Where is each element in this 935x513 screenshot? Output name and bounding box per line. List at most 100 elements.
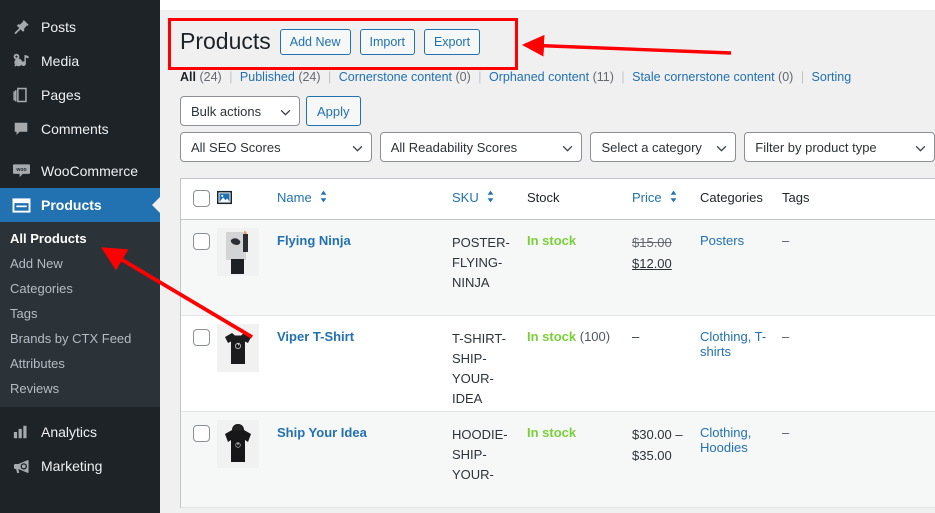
price-old: $15.00 [632,235,672,250]
media-icon [10,51,32,71]
category-link[interactable]: Clothing, Hoodies [700,425,751,455]
row-checkbox[interactable] [193,425,210,442]
product-type-value: Filter by product type [755,139,877,155]
submenu-label: Reviews [10,381,60,396]
sidebar-item-categories[interactable]: Categories [0,276,160,301]
status-filter-links: All (24) | Published (24) | Cornerstone … [180,70,935,84]
status-link-sorting[interactable]: Sorting [812,70,852,84]
apply-button[interactable]: Apply [306,96,361,126]
submenu-label: Tags [10,306,38,321]
product-name-link[interactable]: Ship Your Idea [277,425,367,440]
seo-scores-value: All SEO Scores [191,139,281,155]
sidebar-item-label: Pages [41,87,81,103]
select-all-cell [181,179,217,219]
column-tags: Tags [782,179,935,219]
sidebar-item-marketing[interactable]: Marketing [0,449,160,483]
chevron-down-icon [915,140,926,155]
seo-scores-select[interactable]: All SEO Scores [180,132,372,162]
stock-status: In stock [527,329,577,344]
bulk-actions-value: Bulk actions [191,103,262,119]
sort-icon [319,190,328,206]
table-row: Ship Your Idea HOODIE-SHIP-YOUR- In stoc… [181,412,935,508]
status-link-all[interactable]: All [180,70,196,84]
status-count-stale-cornerstone-content: (0) [778,70,794,84]
main-content: Products Add New Import Export All (24) … [160,10,935,513]
submenu-label: Add New [10,256,63,271]
sidebar-item-label: WooCommerce [41,163,138,179]
row-thumbnail[interactable] [217,412,277,507]
sidebar-separator-2 [0,407,160,415]
svg-text:woo: woo [15,167,26,173]
sidebar-item-tags[interactable]: Tags [0,301,160,326]
product-name-link[interactable]: Viper T-Shirt [277,329,354,344]
current-menu-arrow-icon [152,197,160,213]
column-stock-label: Stock [527,190,560,205]
status-link-published[interactable]: Published [240,70,295,84]
products-icon [10,195,32,215]
sidebar-separator [0,146,160,154]
select-all-checkbox[interactable] [193,190,210,207]
status-separator: | [478,70,482,84]
row-thumbnail[interactable] [217,220,277,315]
chevron-down-icon [716,140,727,155]
status-link-cornerstone-content[interactable]: Cornerstone content [339,70,452,84]
category-select[interactable]: Select a category [590,132,737,162]
readability-scores-select[interactable]: All Readability Scores [379,132,583,162]
sidebar-item-label: Analytics [41,424,98,440]
sidebar-item-attributes[interactable]: Attributes [0,351,160,376]
sort-icon [486,190,495,206]
table-row: Viper T-Shirt T-SHIRT-SHIP-YOUR-IDEA In … [181,316,935,412]
viper-tshirt-thumbnail [217,324,259,372]
category-link[interactable]: Clothing, T-shirts [700,329,766,359]
import-button[interactable]: Import [359,29,415,55]
sidebar-item-posts[interactable]: Posts [0,10,160,44]
sidebar-item-reviews[interactable]: Reviews [0,376,160,401]
sidebar-item-products[interactable]: Products [0,188,160,222]
row-name-cell: Flying Ninja [277,220,452,315]
sidebar-item-all-products[interactable]: All Products [0,226,160,251]
row-tags-cell: – [782,329,790,344]
category-value: Select a category [601,139,702,155]
status-separator: | [800,70,805,84]
megaphone-icon [10,456,32,476]
sidebar-item-media[interactable]: Media [0,44,160,78]
bulk-actions-select[interactable]: Bulk actions [180,96,300,126]
price-new: $12.00 [632,255,672,271]
column-sku-label: SKU [452,190,479,205]
status-separator: | [621,70,625,84]
row-price-cell: $30.00 – $35.00 [632,427,683,463]
category-link[interactable]: Posters [700,233,744,248]
status-link-stale-cornerstone-content[interactable]: Stale cornerstone content [632,70,774,84]
row-stock-cell: In stock (100) [527,316,632,411]
row-checkbox[interactable] [193,233,210,250]
add-new-button[interactable]: Add New [279,29,351,55]
sidebar-item-brands-by-ctx-feed[interactable]: Brands by CTX Feed [0,326,160,351]
page-header: Products Add New Import Export [180,22,935,62]
row-stock-cell: In stock [527,220,632,315]
chevron-down-icon [562,140,573,155]
row-thumbnail[interactable] [217,316,277,411]
export-button[interactable]: Export [423,29,481,55]
product-name-link[interactable]: Flying Ninja [277,233,351,248]
sidebar-item-add-new[interactable]: Add New [0,251,160,276]
admin-sidebar: Posts Media Pages Comments woo WooCommer… [0,0,160,513]
woocommerce-icon: woo [10,161,32,181]
status-link-orphaned-content[interactable]: Orphaned content [489,70,589,84]
column-sku[interactable]: SKU [452,179,527,219]
column-name[interactable]: Name [277,179,452,219]
filters-row: All SEO Scores All Readability Scores Se… [180,132,935,162]
sidebar-item-analytics[interactable]: Analytics [0,415,160,449]
row-price-cell: $15.00 $12.00 [632,220,700,315]
column-tags-label: Tags [782,190,810,205]
sidebar-item-comments[interactable]: Comments [0,112,160,146]
ship-your-idea-hoodie-thumbnail [217,420,259,468]
row-checkbox[interactable] [193,329,210,346]
sidebar-item-woocommerce[interactable]: woo WooCommerce [0,154,160,188]
row-sku-cell: T-SHIRT-SHIP-YOUR-IDEA [452,331,506,407]
sidebar-item-pages[interactable]: Pages [0,78,160,112]
status-separator: | [229,70,233,84]
product-type-select[interactable]: Filter by product type [744,132,935,162]
pages-icon [10,85,32,105]
column-price[interactable]: Price [632,179,700,219]
comment-icon [10,119,32,139]
